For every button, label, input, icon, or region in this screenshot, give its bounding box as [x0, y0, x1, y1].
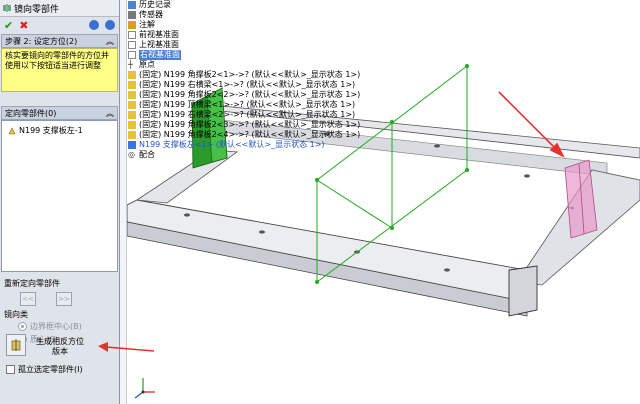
tree-item[interactable]: (固定) N199 右横梁<1>->? (默认<<默认>_显示状态 1>) — [128, 80, 360, 90]
frame-corner-block — [508, 265, 538, 317]
tree-item[interactable]: ◎ 配合 — [128, 150, 360, 160]
tree-item-icon — [128, 11, 136, 19]
tree-item-icon — [128, 51, 136, 59]
mirror-type-label: 镜向类 — [4, 310, 28, 319]
mirror-component-icon — [3, 4, 11, 12]
back-icon[interactable] — [89, 20, 99, 30]
part-icon — [128, 91, 136, 99]
annotation-arrow-panel — [98, 342, 155, 352]
forward-icon[interactable] — [105, 20, 115, 30]
part-icon — [128, 131, 136, 139]
tree-item[interactable]: 传感器 — [128, 10, 360, 20]
tree-item[interactable]: (固定) N199 角撑板2<2>->? (默认<<默认>_显示状态 1>) — [128, 90, 360, 100]
generate-opposite-label: 生成相反方位 版本 — [36, 337, 84, 356]
checkbox-icon[interactable] — [6, 365, 15, 374]
tree-item-icon — [128, 1, 136, 9]
tree-item-icon — [128, 31, 136, 39]
tree-item[interactable]: N199 支撑板左<1> (默认<<默认>_显示状态 1>) — [128, 140, 360, 150]
feature-tree[interactable]: 历史记录 传感器 注解 前视基准面 上视基准面 右视基准面 ┼ 原点 (固定) … — [128, 0, 360, 160]
tree-item[interactable]: 历史记录 — [128, 0, 360, 10]
reorient-next-button[interactable]: >> — [56, 292, 72, 306]
part-icon — [128, 71, 136, 79]
tree-item[interactable]: 上视基准面 — [128, 40, 360, 50]
tree-item[interactable]: (固定) N199 顶横梁<1>->? (默认<<默认>_显示状态 1>) — [128, 100, 360, 110]
part-icon — [128, 81, 136, 89]
mate-icon: ◎ — [128, 150, 135, 159]
tree-item[interactable]: (固定) N199 角撑板2<4>->? (默认<<默认>_显示状态 1>) — [128, 130, 360, 140]
collapse-icon[interactable]: ︽ — [106, 108, 114, 119]
panel-title: 镜向零部件 — [14, 4, 60, 15]
panel-titlebar: 镜向零部件 — [0, 0, 119, 17]
list-title: 定向零部件(0) — [5, 108, 57, 118]
tree-item-icon — [128, 41, 136, 49]
isolate-label: 孤立选定零部件(I) — [18, 365, 83, 374]
collapse-icon[interactable]: ︽ — [106, 36, 114, 47]
step-section-header[interactable]: 步骤 2: 设定方位(2) ︽ — [1, 34, 118, 48]
step-message: 核实要镜向的零部件的方位并使用以下按钮适当进行调整 — [1, 48, 118, 92]
tree-item[interactable]: (固定) N199 角撑板2<3>->? (默认<<默认>_显示状态 1>) — [128, 120, 360, 130]
generate-opposite-button[interactable] — [6, 334, 26, 356]
step-title: 步骤 2: 设定方位(2) — [5, 36, 78, 46]
tree-item[interactable]: 前视基准面 — [128, 30, 360, 40]
annotation-arrow-viewport — [498, 91, 565, 158]
tree-item[interactable]: (固定) N199 角撑板2<1>->? (默认<<默认>_显示状态 1>) — [128, 70, 360, 80]
tree-item[interactable]: 注解 — [128, 20, 360, 30]
list-item[interactable]: N199 支撑板左-1 — [8, 125, 111, 136]
option-label: 边界框中心(B) — [30, 322, 82, 331]
opposite-hand-icon — [11, 339, 21, 351]
part-icon — [8, 126, 16, 134]
tree-item[interactable]: (固定) N199 右横梁<2>->? (默认<<默认>_显示状态 1>) — [128, 110, 360, 120]
radio-icon[interactable] — [18, 322, 27, 331]
tree-item-icon: ┼ — [128, 60, 133, 69]
tree-item[interactable]: ┼ 原点 — [128, 60, 360, 70]
part-icon — [128, 101, 136, 109]
part-icon — [128, 121, 136, 129]
tree-item[interactable]: 右视基准面 — [128, 50, 360, 60]
isolate-checkbox[interactable]: 孤立选定零部件(I) — [6, 364, 83, 375]
part-icon — [128, 141, 136, 149]
reorient-label: 重新定向零部件 — [4, 279, 60, 288]
axis-triad-icon — [134, 378, 155, 399]
reorient-prev-button[interactable]: << — [20, 292, 36, 306]
part-icon — [128, 111, 136, 119]
panel-actions: ✔ ✖ — [0, 17, 119, 33]
reorient-buttons: << >> — [0, 289, 119, 309]
cancel-icon[interactable]: ✖ — [19, 19, 28, 32]
oriented-components-list[interactable]: N199 支撑板左-1 — [1, 120, 118, 272]
list-section-header[interactable]: 定向零部件(0) ︽ — [1, 106, 118, 120]
confirm-icon[interactable]: ✔ — [4, 19, 13, 32]
tree-item-icon — [128, 21, 136, 29]
list-item-label: N199 支撑板左-1 — [19, 126, 83, 135]
mirror-type-option-bbox[interactable]: 边界框中心(B) — [0, 320, 119, 333]
